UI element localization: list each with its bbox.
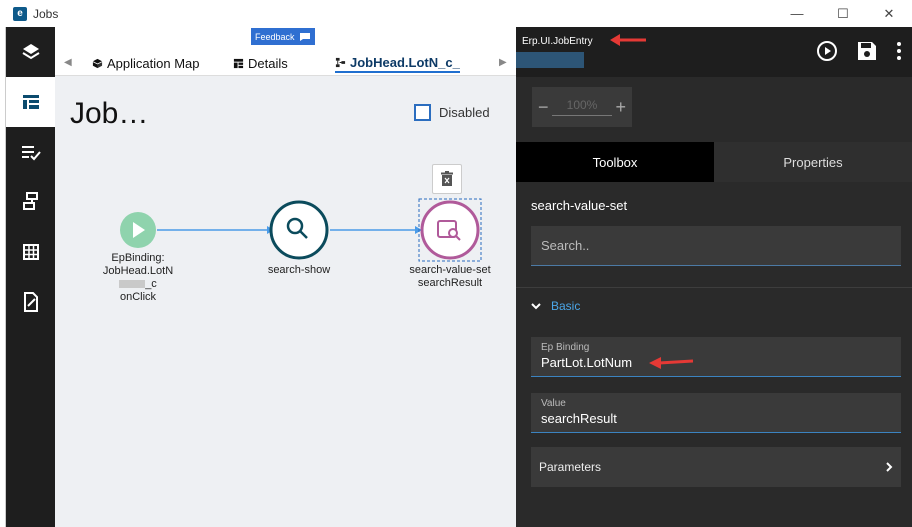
layers-button[interactable] (6, 27, 55, 77)
tab-bar: Feedback ◀ Application Map Details JobHe… (55, 27, 516, 76)
zoom-control: − 100% + (532, 87, 632, 127)
basic-section-toggle[interactable]: Basic (531, 299, 580, 313)
sidebar (6, 27, 55, 527)
layers-icon (21, 44, 40, 60)
maximize-button[interactable]: ☐ (820, 0, 866, 27)
start-label-suffix: _c (145, 278, 157, 290)
start-label-line-4: onClick (119, 291, 157, 303)
zoom-in-button[interactable]: + (615, 97, 626, 118)
save-icon[interactable] (856, 40, 878, 62)
zoom-out-button[interactable]: − (538, 97, 549, 118)
tab-properties[interactable]: Properties (714, 142, 912, 182)
cube-icon (92, 58, 103, 68)
zoom-value[interactable]: 100% (552, 98, 612, 116)
panel-header: Erp.UI.JobEntry (516, 27, 912, 77)
more-vertical-icon[interactable] (896, 41, 902, 61)
redacted-block (119, 280, 146, 289)
tab-scroll-right-icon[interactable]: ▶ (499, 57, 507, 68)
tab-toolbox[interactable]: Toolbox (516, 142, 714, 182)
panel-actions (816, 40, 902, 62)
parameters-label: Parameters (539, 460, 602, 474)
value-label: Value (541, 398, 566, 409)
component-name: search-value-set (531, 198, 628, 213)
chat-icon (299, 32, 310, 41)
start-label-line-2: JobHead.LotN (102, 265, 174, 277)
tab-details[interactable]: Details (233, 53, 288, 73)
chevron-down-icon (531, 302, 541, 309)
grid-icon (22, 244, 39, 260)
search-value-set-label-line-1: search-value-set (409, 264, 491, 276)
flow-tab-icon (335, 57, 346, 67)
redacted-subtitle (516, 52, 584, 68)
start-label-line-1: EpBinding: (111, 252, 165, 264)
ep-binding-field[interactable]: Ep Binding PartLot.LotNum (531, 337, 901, 377)
edit-doc-button[interactable] (6, 277, 55, 327)
search-show-label: search-show (267, 264, 331, 276)
disabled-label: Disabled (439, 105, 490, 120)
tab-details-label: Details (248, 55, 288, 71)
tab-application-map[interactable]: Application Map (92, 53, 200, 73)
flow-button[interactable] (6, 177, 55, 227)
window-title: Jobs (33, 6, 59, 21)
close-button[interactable]: ✕ (866, 0, 912, 27)
designer-canvas-area: Feedback ◀ Application Map Details JobHe… (55, 27, 516, 527)
start-label-line-3: _c (93, 278, 183, 291)
window-controls: — ☐ ✕ (774, 0, 912, 27)
checklist-button[interactable] (6, 127, 55, 177)
layout-button[interactable] (6, 77, 55, 127)
disabled-toggle[interactable]: Disabled (414, 104, 490, 121)
feedback-button[interactable]: Feedback (251, 28, 315, 45)
app-logo-icon: e (13, 6, 27, 21)
feedback-label: Feedback (255, 31, 295, 42)
panel-title: Erp.UI.JobEntry (522, 36, 593, 47)
search-show-node[interactable] (269, 200, 329, 260)
tab-jobhead-event-label: JobHead.LotN_c_ (350, 54, 460, 70)
divider (516, 287, 912, 288)
title-bar: e Jobs — ☐ ✕ (0, 0, 912, 27)
start-node-label: EpBinding: JobHead.LotN _c onClick (93, 252, 183, 304)
annotation-arrow-icon (610, 34, 646, 46)
parameters-row[interactable]: Parameters (531, 447, 901, 487)
tab-scroll-left-icon[interactable]: ◀ (64, 57, 72, 68)
start-node[interactable] (120, 212, 156, 248)
tab-jobhead-event[interactable]: JobHead.LotN_c_ (335, 53, 460, 73)
run-icon[interactable] (816, 40, 838, 62)
basic-section-label: Basic (551, 299, 581, 313)
table-icon (233, 58, 244, 68)
annotation-arrow-2-icon (649, 357, 693, 369)
disabled-checkbox[interactable] (414, 104, 431, 121)
tab-application-map-label: Application Map (107, 55, 200, 71)
minimize-button[interactable]: — (774, 0, 820, 27)
ep-binding-value: PartLot.LotNum (541, 355, 633, 370)
canvas-title: Job… (70, 97, 149, 130)
search-value-set-label-line-2: searchResult (417, 277, 483, 289)
ep-binding-label: Ep Binding (541, 342, 590, 353)
checklist-icon (21, 146, 41, 161)
chevron-right-icon (886, 462, 893, 472)
flow-icon (22, 192, 38, 210)
search-value-set-node[interactable] (420, 200, 480, 260)
properties-panel: Erp.UI.JobEntry − 100% + Toolbox Propert… (516, 27, 912, 527)
property-search-input[interactable]: Search.. (531, 226, 901, 266)
value-value: searchResult (541, 411, 617, 426)
edit-doc-icon (23, 292, 38, 312)
layout-icon (22, 95, 39, 109)
grid-button[interactable] (6, 227, 55, 277)
value-field[interactable]: Value searchResult (531, 393, 901, 433)
search-value-set-label: search-value-set searchResult (400, 264, 500, 290)
panel-tabs: Toolbox Properties (516, 142, 912, 182)
